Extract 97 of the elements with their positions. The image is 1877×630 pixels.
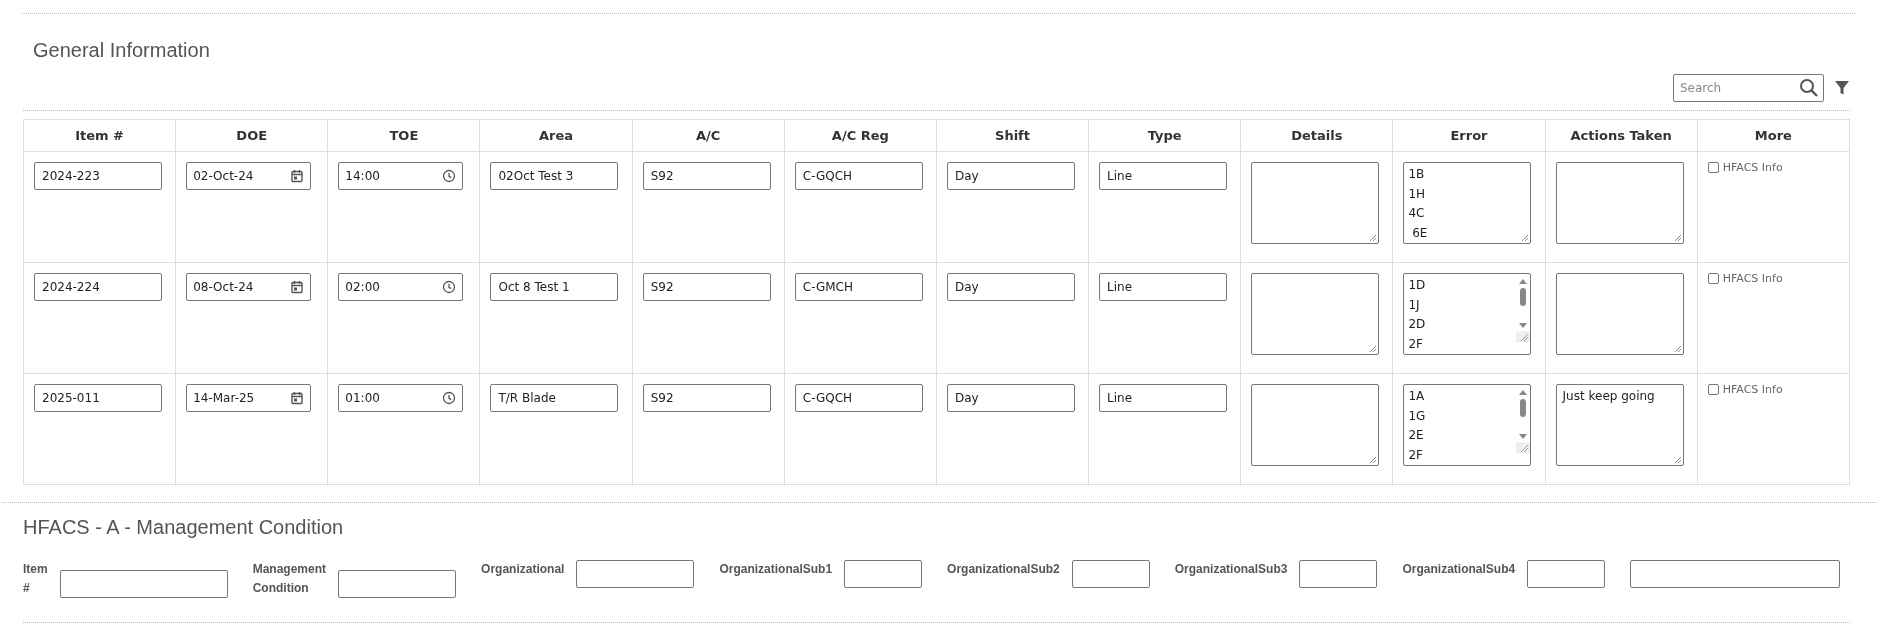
text-field[interactable]: Day xyxy=(946,273,1075,301)
time-field[interactable]: 14:00 xyxy=(338,162,464,190)
list-option[interactable]: 1B xyxy=(1408,165,1531,185)
date-field[interactable]: 14-Mar-25 xyxy=(186,384,312,412)
field-label: Item # xyxy=(23,561,48,597)
column-header: Actions Taken xyxy=(1570,128,1672,143)
resize-grip-icon[interactable] xyxy=(1672,455,1682,464)
textarea-text: Just keep going xyxy=(1562,389,1655,403)
text-field[interactable]: Day xyxy=(946,384,1075,412)
text-field[interactable]: Line xyxy=(1099,384,1228,412)
input-field[interactable] xyxy=(576,560,695,588)
search-field[interactable]: Search xyxy=(1673,74,1824,102)
list-option[interactable]: 1D xyxy=(1408,276,1517,296)
actions-textarea[interactable]: Just keep going xyxy=(1555,384,1684,466)
text-field[interactable]: C-GQCH xyxy=(794,384,923,412)
checkbox[interactable] xyxy=(1707,162,1719,173)
time-field[interactable]: 02:00 xyxy=(338,273,464,301)
list-option[interactable]: 2F xyxy=(1408,334,1517,354)
date-field[interactable]: 08-Oct-24 xyxy=(186,273,312,301)
section-title: General Information xyxy=(32,38,211,62)
checkbox-label[interactable]: HFACS Info xyxy=(1722,272,1783,285)
search-icon[interactable] xyxy=(1799,78,1819,98)
checkbox[interactable] xyxy=(1707,384,1719,395)
calendar-icon[interactable] xyxy=(290,391,305,405)
text-field[interactable]: 02Oct Test 3 xyxy=(490,162,619,190)
time-field[interactable]: 01:00 xyxy=(338,384,464,412)
field-label: OrganizationalSub3 xyxy=(1174,561,1288,578)
resize-grip-icon[interactable] xyxy=(1368,344,1378,353)
input-field[interactable] xyxy=(1071,560,1150,588)
column-header: A/C Reg xyxy=(831,128,889,143)
input-field[interactable] xyxy=(338,570,457,598)
list-option[interactable]: 4C xyxy=(1408,204,1531,224)
error-listbox[interactable]: 1D 1J 2D 2F xyxy=(1403,273,1532,355)
text-field[interactable]: Oct 8 Test 1 xyxy=(490,273,619,301)
calendar-icon[interactable] xyxy=(290,280,305,294)
column-header: Type xyxy=(1147,128,1182,143)
clock-icon[interactable] xyxy=(442,280,457,294)
text-field[interactable]: 2025-011 xyxy=(34,384,162,412)
details-textarea[interactable] xyxy=(1251,273,1380,355)
column-header: A/C xyxy=(696,128,721,143)
text-field[interactable]: 2024-224 xyxy=(34,273,162,301)
column-header: More xyxy=(1754,128,1792,143)
text-field[interactable]: S92 xyxy=(642,162,771,190)
resize-grip-icon[interactable] xyxy=(1368,233,1378,242)
text-field[interactable]: S92 xyxy=(642,273,771,301)
resize-grip-icon[interactable] xyxy=(1520,233,1530,242)
field-label: Management Condition xyxy=(252,561,327,597)
input-field[interactable] xyxy=(844,560,923,588)
column-header: Shift xyxy=(995,128,1030,143)
resize-grip-icon[interactable] xyxy=(1672,344,1682,353)
column-header: Error xyxy=(1450,128,1488,143)
list-option[interactable]: 1G xyxy=(1408,406,1517,426)
clock-icon[interactable] xyxy=(442,391,457,405)
input-field[interactable] xyxy=(59,570,228,598)
list-option[interactable]: 1H xyxy=(1408,184,1531,204)
resize-grip-icon[interactable] xyxy=(1672,233,1682,242)
error-listbox[interactable]: 1B 1H 4C 6E xyxy=(1403,162,1532,244)
checkbox-label[interactable]: HFACS Info xyxy=(1722,161,1783,174)
field-label: Organizational xyxy=(481,561,565,578)
text-field[interactable]: C-GMCH xyxy=(794,273,923,301)
actions-textarea[interactable] xyxy=(1555,273,1684,355)
actions-textarea[interactable] xyxy=(1555,162,1684,244)
calendar-icon[interactable] xyxy=(290,169,305,183)
column-header: Details xyxy=(1291,128,1343,143)
field-label: OrganizationalSub4 xyxy=(1402,561,1516,578)
field-label: OrganizationalSub1 xyxy=(719,561,833,578)
clock-icon[interactable] xyxy=(442,169,457,183)
column-header: Area xyxy=(539,128,574,143)
section-title: HFACS - A - Management Condition xyxy=(23,515,345,540)
text-field[interactable]: Line xyxy=(1099,273,1228,301)
list-option[interactable]: 1J xyxy=(1408,295,1517,315)
checkbox[interactable] xyxy=(1707,273,1719,284)
checkbox-label[interactable]: HFACS Info xyxy=(1722,383,1783,396)
resize-grip-icon[interactable] xyxy=(1368,455,1378,464)
text-field[interactable]: T/R Blade xyxy=(490,384,619,412)
input-field[interactable] xyxy=(1299,560,1378,588)
text-field[interactable]: Day xyxy=(946,162,1075,190)
column-header: TOE xyxy=(389,128,419,143)
error-listbox[interactable]: 1A 1G 2E 2F xyxy=(1403,384,1532,466)
details-textarea[interactable] xyxy=(1251,162,1380,244)
list-option[interactable]: 2F xyxy=(1408,445,1517,465)
filter-icon[interactable] xyxy=(1834,80,1850,96)
text-field[interactable]: Line xyxy=(1099,162,1228,190)
date-field[interactable]: 02-Oct-24 xyxy=(186,162,312,190)
text-field[interactable]: S92 xyxy=(642,384,771,412)
input-field[interactable] xyxy=(1630,560,1841,588)
text-field[interactable]: 2024-223 xyxy=(34,162,162,190)
column-header: DOE xyxy=(236,128,268,143)
list-option[interactable]: 6E xyxy=(1408,223,1531,243)
input-field[interactable] xyxy=(1527,560,1606,588)
list-option[interactable]: 2E xyxy=(1408,426,1517,446)
column-header: Item # xyxy=(75,128,124,143)
text-field[interactable]: C-GQCH xyxy=(794,162,923,190)
list-option[interactable]: 1A xyxy=(1408,387,1517,407)
details-textarea[interactable] xyxy=(1251,384,1380,466)
list-option[interactable]: 2D xyxy=(1408,315,1517,335)
field-label: OrganizationalSub2 xyxy=(947,561,1060,578)
